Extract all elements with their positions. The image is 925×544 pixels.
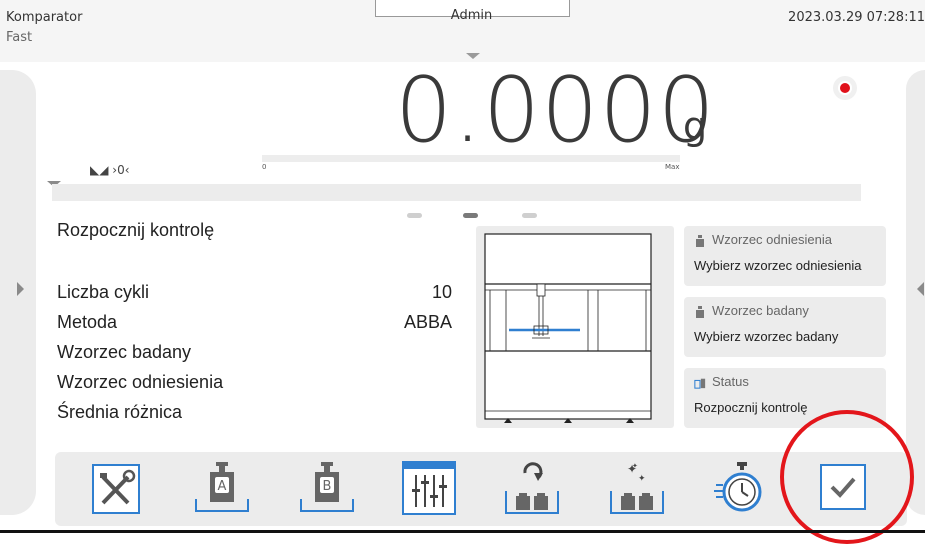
card-title: Status <box>712 374 749 389</box>
svg-text:✦: ✦ <box>632 462 638 470</box>
card-value: Wybierz wzorzec badany <box>694 329 839 344</box>
tools-icon <box>92 464 140 514</box>
card-value: Wybierz wzorzec odniesienia <box>694 258 862 273</box>
weight-icon <box>696 235 704 247</box>
method-label: Metoda <box>57 312 118 332</box>
svg-text:✦: ✦ <box>638 474 646 484</box>
timer-button[interactable] <box>714 459 770 519</box>
reference-weight-label: Wzorzec odniesienia <box>57 372 224 392</box>
sliders-icon <box>402 461 456 515</box>
card-title: Wzorzec odniesienia <box>712 232 832 247</box>
cycles-value: 10 <box>431 282 452 302</box>
separator-bar <box>52 184 861 201</box>
chevron-right-icon[interactable] <box>17 282 24 296</box>
card-value: Rozpocznij kontrolę <box>694 400 808 415</box>
app-title: Komparator <box>6 10 83 25</box>
highlight-circle <box>780 410 914 544</box>
stopwatch-icon <box>714 462 762 512</box>
load-bar-max: Max <box>665 163 680 171</box>
reference-weight-card[interactable]: Wzorzec odniesienia Wybierz wzorzec odni… <box>684 226 886 286</box>
weight-b-letter: B <box>323 479 332 494</box>
datetime: 2023.03.29 07:28:11 <box>788 10 925 25</box>
cycles-label: Liczba cykli <box>57 282 150 302</box>
weight-a-letter: A <box>218 479 227 494</box>
weight-b-icon: B <box>300 462 354 512</box>
record-icon[interactable] <box>833 76 857 100</box>
weight-value: 0.0000 <box>395 58 716 163</box>
load-bar <box>262 155 680 162</box>
comparator-image <box>476 226 674 428</box>
method-value: ABBA <box>403 312 452 332</box>
weight-unit[interactable]: g <box>683 104 707 148</box>
function-toolbar <box>55 452 907 526</box>
comparator-drawing <box>484 233 652 423</box>
page-indicator-1[interactable] <box>407 213 422 218</box>
page-indicator-2[interactable] <box>463 213 478 218</box>
parameters-button[interactable] <box>402 459 458 519</box>
weight-b-button[interactable]: B <box>300 459 356 519</box>
bottom-border <box>0 530 925 533</box>
load-bar-min: 0 <box>262 163 267 171</box>
page-indicator-3[interactable] <box>522 213 537 218</box>
chevron-left-icon[interactable] <box>917 282 924 296</box>
mean-difference-label: Średnia różnica <box>57 402 183 422</box>
test-weight-card[interactable]: Wzorzec badany Wybierz wzorzec badany <box>684 297 886 357</box>
status-icon <box>694 378 706 389</box>
clean-weights-button[interactable]: ✦ ✦ ✦ <box>610 459 666 519</box>
weight-a-button[interactable]: A <box>195 459 251 519</box>
start-control-label[interactable]: Rozpocznij kontrolę <box>57 220 214 241</box>
stability-zero-indicators: ◣◢ ›0‹ <box>90 163 130 177</box>
swap-weights-button[interactable] <box>505 459 561 519</box>
weight-a-icon: A <box>195 462 249 512</box>
settings-tools-button[interactable] <box>90 459 146 519</box>
weight-icon <box>696 306 704 318</box>
card-title: Wzorzec badany <box>712 303 809 318</box>
user-name[interactable]: Admin <box>375 8 568 23</box>
mode-label: Fast <box>6 30 33 45</box>
sparkle-weights-icon: ✦ ✦ ✦ <box>610 462 664 514</box>
swap-weights-icon <box>505 462 559 514</box>
test-weight-label: Wzorzec badany <box>57 342 192 362</box>
